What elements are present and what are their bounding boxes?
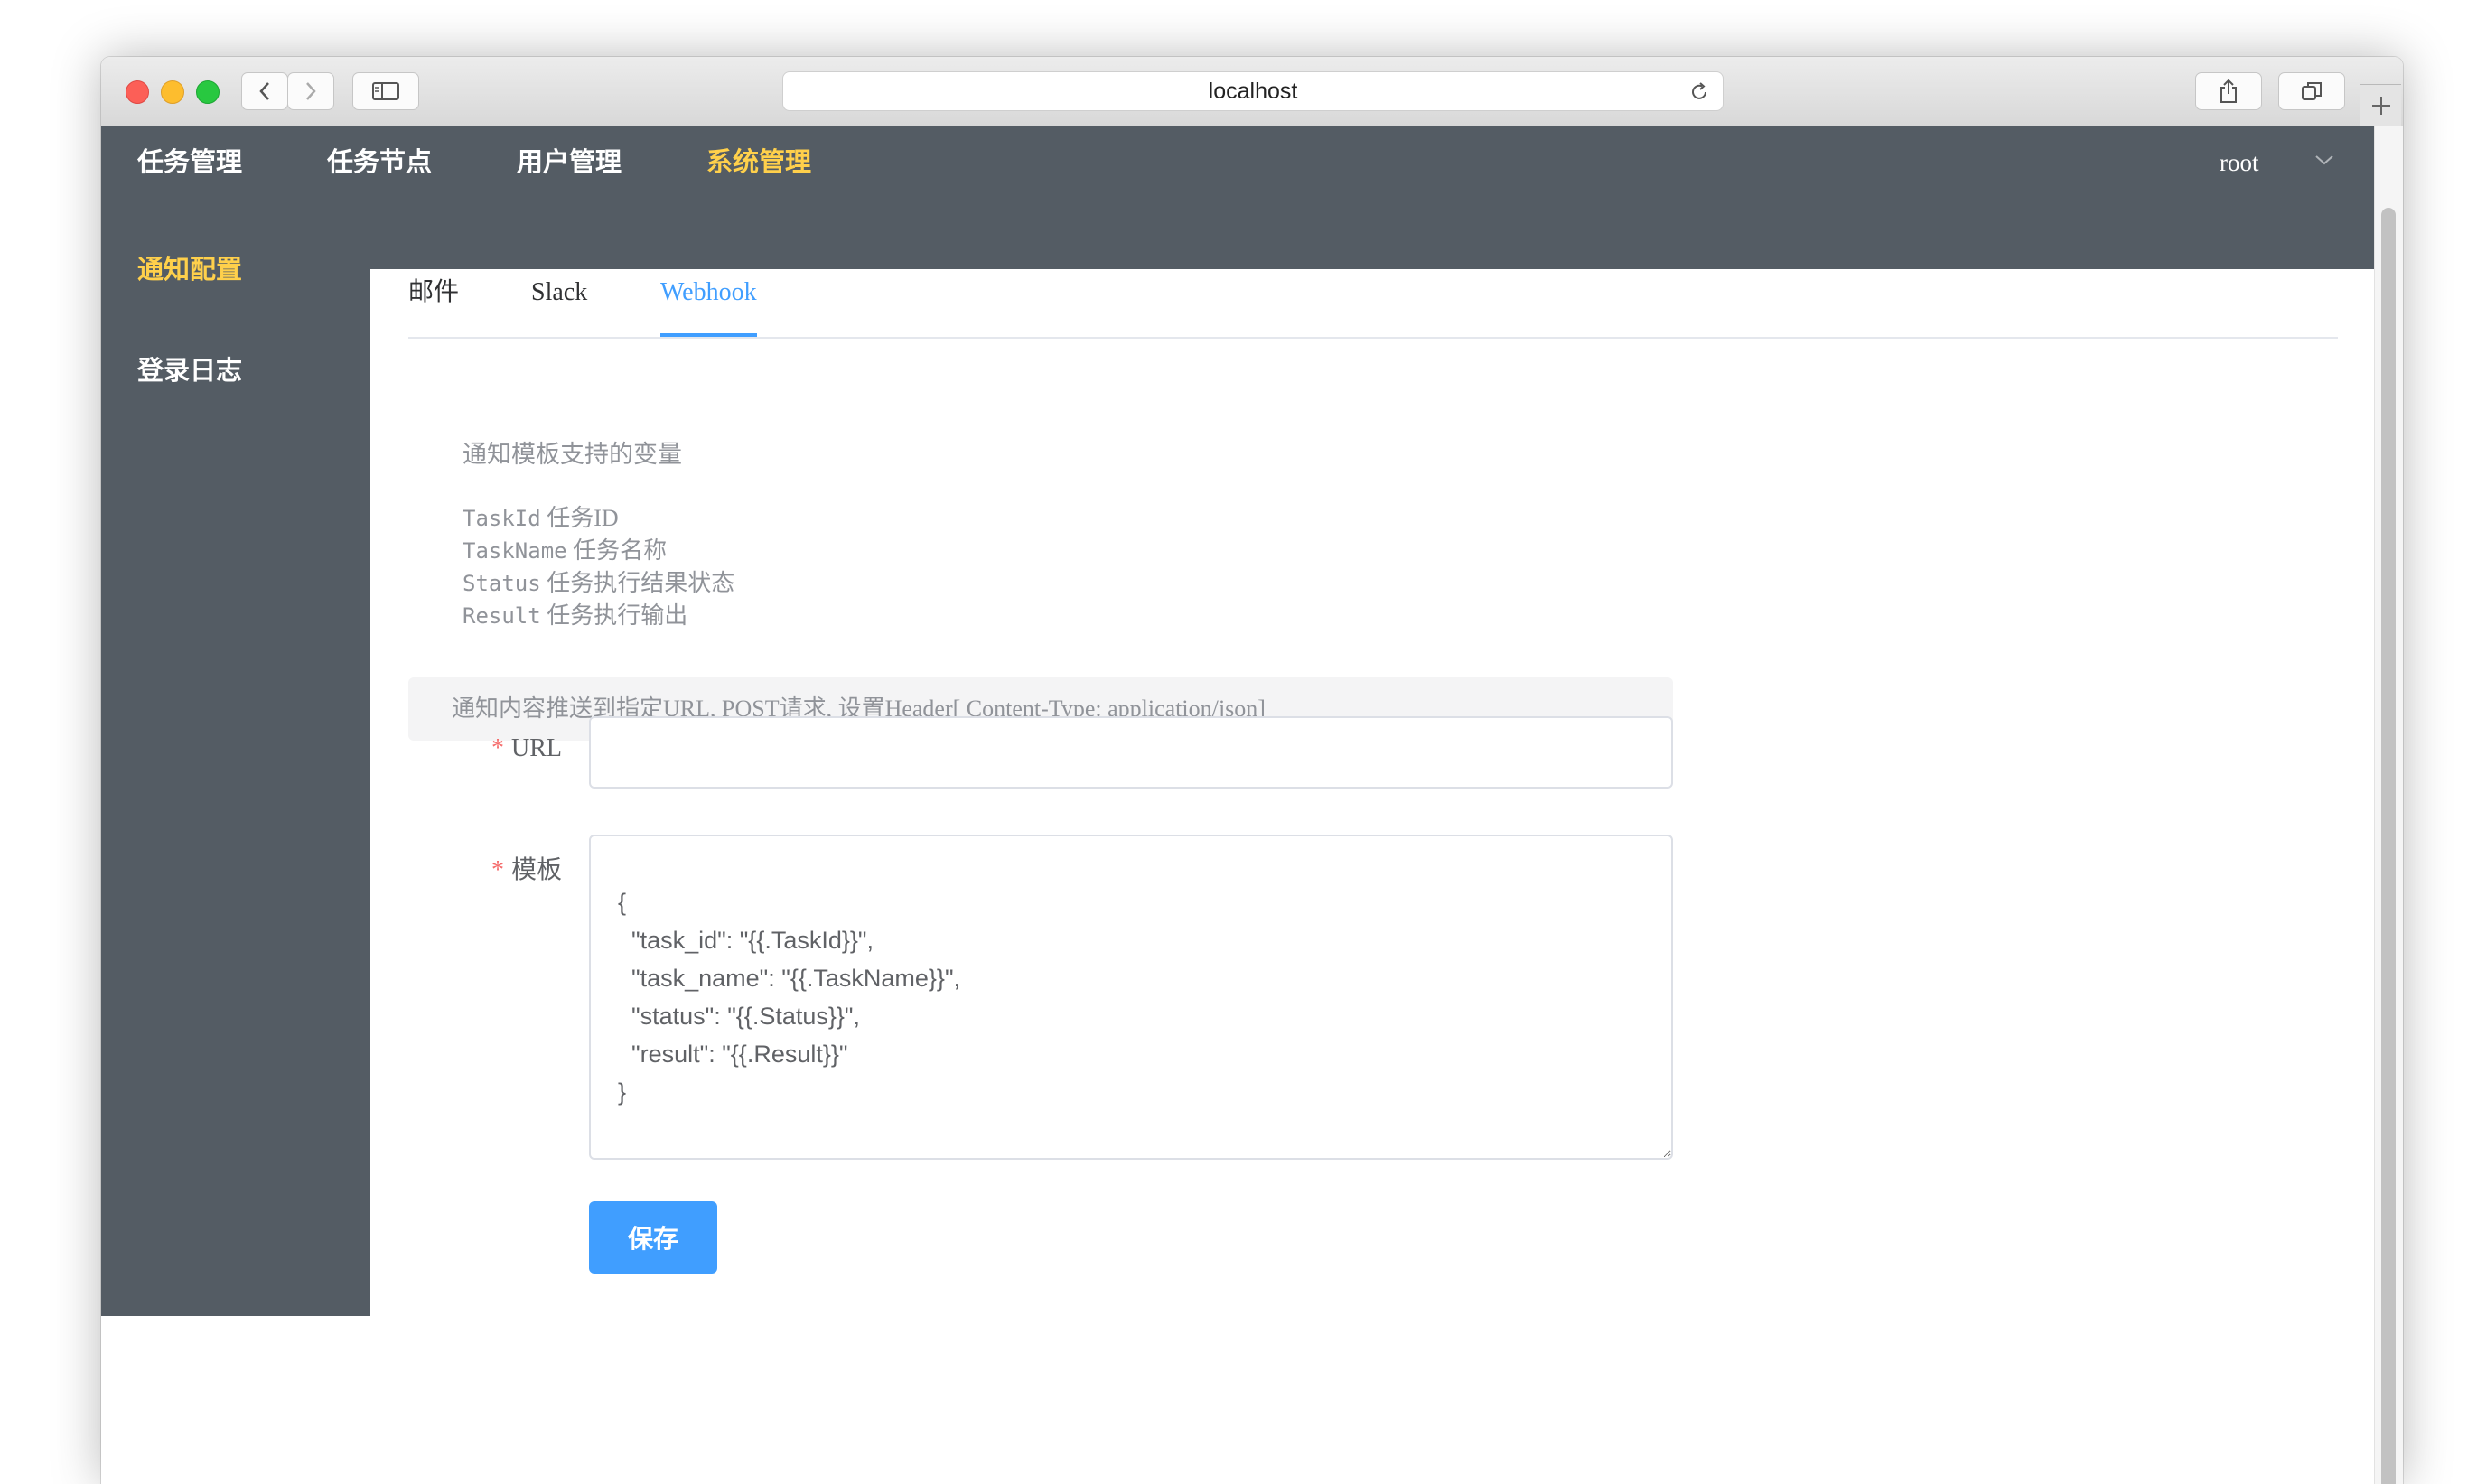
tab-slack[interactable]: Slack — [531, 265, 587, 335]
sidebar-icon — [372, 82, 399, 100]
top-navigation: 任务管理 任务节点 用户管理 系统管理 root — [101, 126, 2374, 269]
url-label: * URL — [491, 734, 562, 762]
plus-icon — [2371, 97, 2390, 115]
variable-name: TaskName — [463, 538, 567, 564]
nav-item-task-management[interactable]: 任务管理 — [137, 126, 242, 199]
required-mark: * — [491, 734, 504, 762]
zoom-window-button[interactable] — [196, 80, 220, 104]
sidebar-item-login-log[interactable]: 登录日志 — [137, 346, 242, 397]
tabs-overview-button[interactable] — [2278, 72, 2345, 110]
back-icon — [259, 82, 269, 100]
variable-desc: 任务ID — [547, 505, 619, 531]
address-bar[interactable]: localhost — [782, 71, 1724, 111]
variable-desc: 任务执行结果状态 — [547, 570, 735, 596]
address-text: localhost — [1208, 79, 1298, 104]
nav-item-task-nodes[interactable]: 任务节点 — [327, 126, 432, 199]
minimize-window-button[interactable] — [161, 80, 184, 104]
share-icon — [2220, 79, 2237, 103]
variable-row: TaskName 任务名称 — [463, 535, 734, 567]
variables-title: 通知模板支持的变量 — [463, 441, 682, 468]
sidebar-toggle-button[interactable] — [352, 72, 419, 110]
chevron-down-icon[interactable] — [2314, 154, 2334, 166]
browser-toolbar: localhost — [101, 57, 2403, 127]
tab-webhook[interactable]: Webhook — [660, 265, 757, 337]
close-window-button[interactable] — [126, 80, 149, 104]
scroll-thumb[interactable] — [2381, 208, 2396, 1484]
variable-desc: 任务名称 — [573, 537, 668, 564]
variable-desc: 任务执行输出 — [547, 602, 688, 629]
notification-tabs: 邮件 Slack Webhook — [408, 265, 2338, 339]
required-mark: * — [491, 856, 504, 884]
variable-name: Result — [463, 603, 541, 629]
sidebar: 通知配置 登录日志 — [101, 220, 370, 1316]
variable-name: Status — [463, 571, 541, 596]
new-tab-button[interactable] — [2360, 84, 2401, 126]
nav-item-user-management[interactable]: 用户管理 — [517, 126, 622, 199]
tabs-icon — [2302, 82, 2322, 100]
tab-email[interactable]: 邮件 — [408, 265, 459, 335]
variable-row: Status 任务执行结果状态 — [463, 567, 734, 600]
share-button[interactable] — [2195, 72, 2262, 110]
template-textarea[interactable]: { "task_id": "{{.TaskId}}", "task_name":… — [589, 835, 1673, 1160]
template-variables: 通知模板支持的变量 TaskId 任务ID TaskName 任务名称 Stat… — [463, 434, 734, 632]
browser-window: localhost 任务管理 任务节点 用户管理 系统管理 root 通知配置 … — [101, 57, 2403, 1484]
forward-icon — [306, 82, 316, 100]
user-menu[interactable]: root — [2220, 126, 2259, 199]
template-label: * 模板 — [491, 856, 562, 884]
sidebar-item-notification-config[interactable]: 通知配置 — [137, 245, 242, 295]
scrollbar[interactable] — [2374, 126, 2403, 1484]
save-button[interactable]: 保存 — [589, 1201, 717, 1274]
back-button[interactable] — [241, 72, 288, 110]
reload-icon[interactable] — [1688, 81, 1710, 103]
variable-name: TaskId — [463, 506, 541, 531]
nav-item-system-management[interactable]: 系统管理 — [706, 126, 811, 199]
variable-row: TaskId 任务ID — [463, 502, 734, 535]
forward-button[interactable] — [287, 72, 334, 110]
url-input[interactable] — [589, 716, 1673, 789]
variable-row: Result 任务执行输出 — [463, 600, 734, 632]
